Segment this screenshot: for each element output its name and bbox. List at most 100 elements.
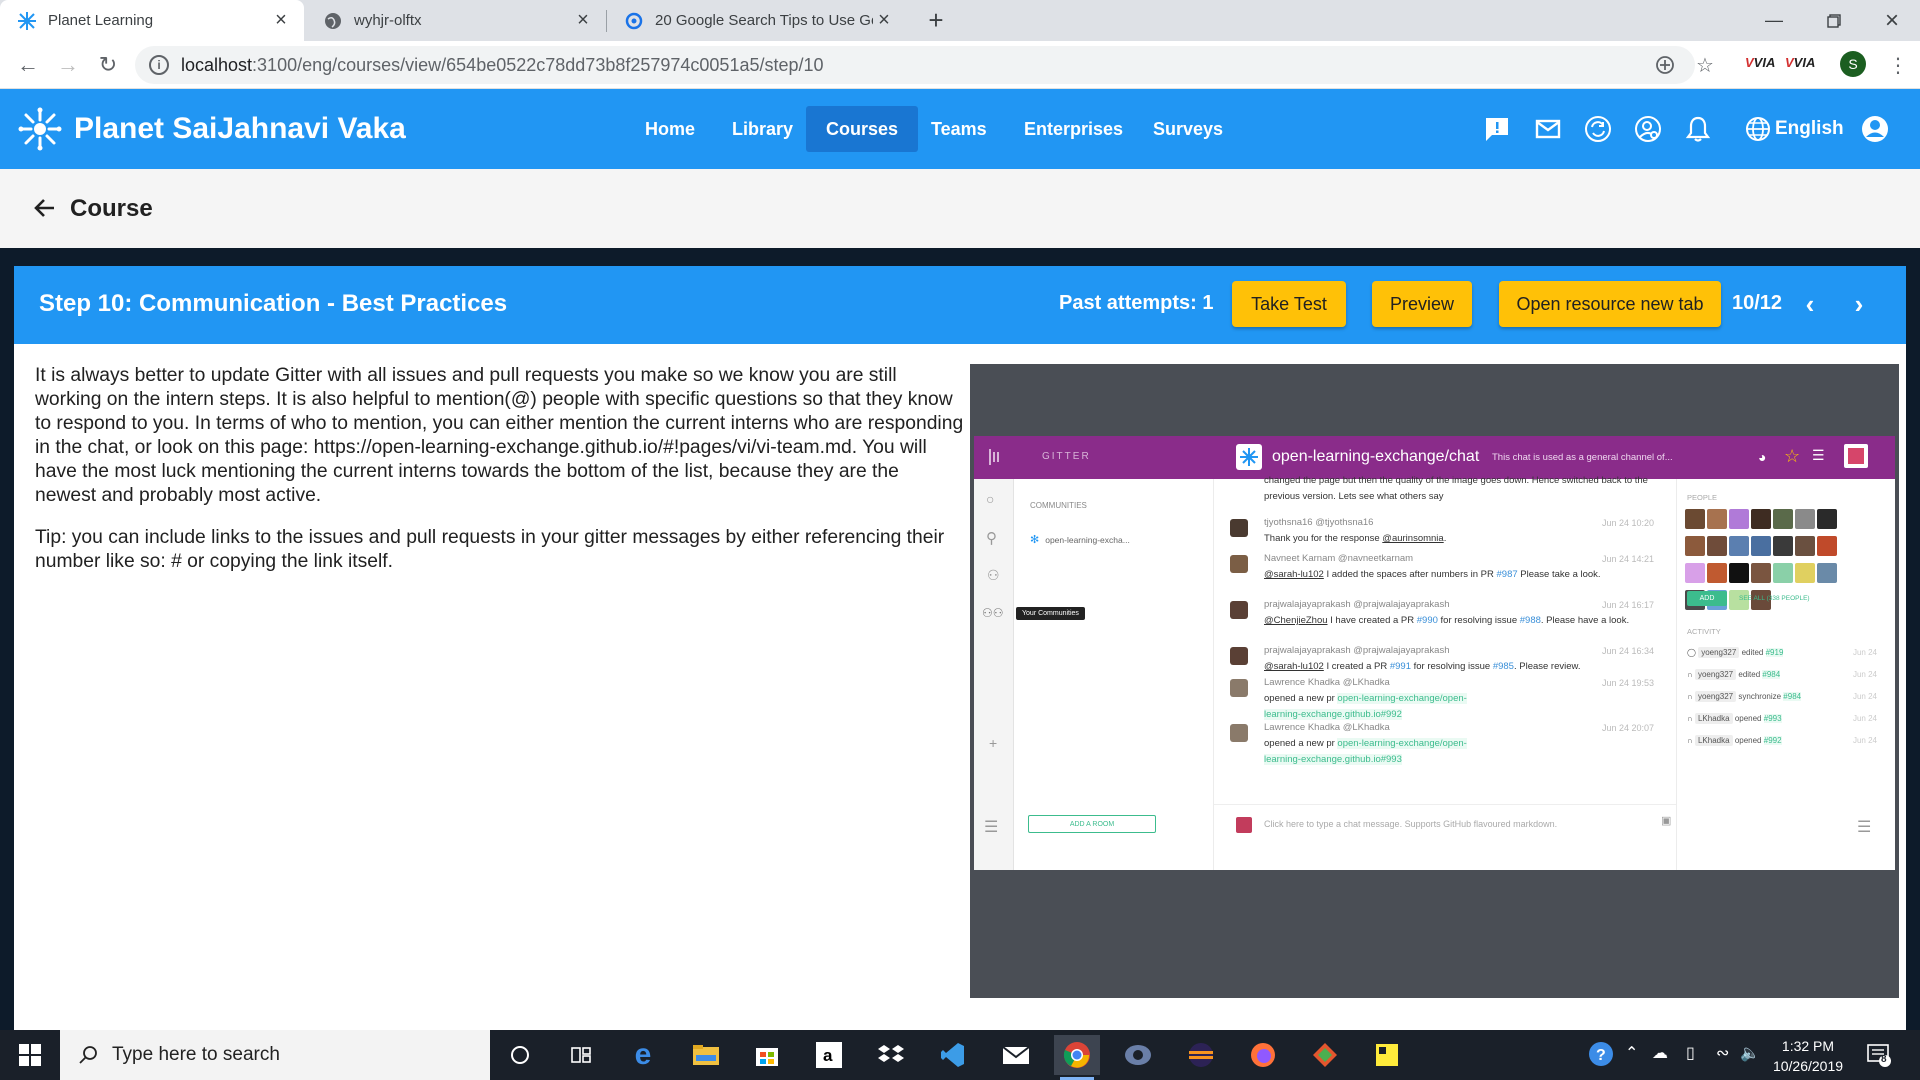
see-all-people-link[interactable]: SEE ALL (338 PEOPLE) <box>1739 595 1810 602</box>
store-icon[interactable] <box>744 1035 790 1075</box>
close-tab-icon[interactable]: × <box>873 9 895 32</box>
person-icon[interactable]: ⚇ <box>987 567 1000 584</box>
chevron-left-icon[interactable]: ‹ <box>1794 288 1826 320</box>
onedrive-cloud-icon[interactable]: ☁ <box>1652 1043 1668 1063</box>
battery-icon[interactable]: ▯ <box>1686 1043 1695 1063</box>
windows-taskbar: Type here to search e a ? ⌃ ☁ ▯ ∾ 🔈 1:32… <box>0 1030 1920 1080</box>
bookmark-star-icon[interactable]: ☆ <box>1690 50 1720 80</box>
forward-arrow-icon[interactable]: → <box>52 49 84 81</box>
url-host: localhost <box>181 54 253 75</box>
taskbar-search[interactable]: Type here to search <box>60 1030 490 1080</box>
chrome-menu-icon[interactable]: ⋮ <box>1888 53 1908 78</box>
chat-bubble-icon[interactable]: ▣ <box>1661 814 1671 827</box>
profile-avatar[interactable]: S <box>1840 51 1866 77</box>
firefox-icon[interactable] <box>1240 1035 1286 1075</box>
file-explorer-icon[interactable] <box>683 1035 729 1075</box>
back-arrow-icon[interactable]: ← <box>12 49 44 81</box>
language-selector[interactable]: English <box>1745 111 1844 147</box>
page-title: Course <box>70 195 153 222</box>
browser-tab-google-tips[interactable]: 20 Google Search Tips to Use Go × <box>607 0 907 41</box>
language-label: English <box>1775 118 1844 139</box>
page-subheader: Course <box>0 169 1920 248</box>
menu-icon[interactable]: ☰ <box>984 817 998 837</box>
search-icon <box>79 1046 97 1064</box>
nav-teams[interactable]: Teams <box>911 106 1007 152</box>
browser-tab-planet-learning[interactable]: Planet Learning × <box>0 0 304 41</box>
account-avatar-icon[interactable] <box>1857 111 1893 147</box>
divider <box>1214 804 1676 805</box>
git-kraken-icon[interactable] <box>1302 1035 1348 1075</box>
dropbox-icon[interactable] <box>868 1035 914 1075</box>
sync-icon[interactable] <box>1580 111 1616 147</box>
brand[interactable]: Planet SaiJahnavi Vaka <box>18 105 406 153</box>
help-icon[interactable]: ? <box>1587 1040 1615 1073</box>
community-item[interactable]: ✻ open-learning-excha... <box>1030 533 1130 546</box>
nav-enterprises[interactable]: Enterprises <box>1004 106 1143 152</box>
address-bar[interactable]: i localhost:3100/eng/courses/view/654be0… <box>135 46 1695 84</box>
maximize-button[interactable] <box>1806 0 1862 41</box>
chrome-icon[interactable] <box>1054 1035 1100 1080</box>
wifi-icon[interactable]: ∾ <box>1716 1043 1729 1063</box>
search-icon[interactable]: ⚲ <box>986 529 997 547</box>
url-path: :3100/eng/courses/view/654be0522c78dd73b… <box>252 54 824 75</box>
edge-icon[interactable]: e <box>620 1035 666 1075</box>
chat-message: Navneet Karnam @navneetkarnam @sarah-lu10… <box>1230 551 1654 583</box>
chat-bubble-icon[interactable]: ○ <box>986 491 994 507</box>
nav-home[interactable]: Home <box>625 106 715 152</box>
task-view-icon[interactable] <box>558 1035 604 1075</box>
windows-start-icon[interactable] <box>0 1030 60 1080</box>
close-tab-icon[interactable]: × <box>572 9 594 32</box>
nav-library[interactable]: Library <box>712 106 813 152</box>
add-room-button[interactable]: ADD A ROOM <box>1028 815 1156 833</box>
globe-icon[interactable]: ◕ <box>1758 449 1766 465</box>
add-icon[interactable]: + <box>989 735 997 751</box>
volume-icon[interactable]: 🔈 <box>1740 1043 1760 1063</box>
nav-courses[interactable]: Courses <box>806 106 919 152</box>
mail-icon[interactable] <box>993 1035 1039 1075</box>
minimize-button[interactable]: — <box>1746 0 1802 41</box>
amazon-icon[interactable]: a <box>806 1035 852 1075</box>
menu-icon[interactable]: ☰ <box>1857 817 1871 837</box>
cortana-icon[interactable] <box>497 1035 543 1075</box>
preview-button[interactable]: Preview <box>1372 281 1472 327</box>
nav-surveys[interactable]: Surveys <box>1133 106 1243 152</box>
take-test-button[interactable]: Take Test <box>1232 281 1346 327</box>
reload-icon[interactable]: ↻ <box>92 49 124 81</box>
new-tab-button[interactable]: + <box>922 5 950 35</box>
resource-image-frame: GITTER open-learning-exchange/chat This … <box>970 364 1899 998</box>
gitter-left-rail: ○ ⚲ ⚇ ⚇⚇ + ☰ <box>974 479 1014 870</box>
gitter-screenshot: GITTER open-learning-exchange/chat This … <box>974 436 1895 870</box>
room-avatar <box>1236 444 1262 470</box>
user-avatar[interactable] <box>1844 444 1868 468</box>
mail-icon[interactable] <box>1530 111 1566 147</box>
chevron-right-icon[interactable]: › <box>1843 288 1875 320</box>
user-settings-icon[interactable] <box>1630 111 1666 147</box>
browser-tab-wyhjr[interactable]: wyhjr-olftx × <box>306 0 606 41</box>
system-clock[interactable]: 1:32 PM 10/26/2019 <box>1758 1036 1858 1076</box>
my-avatar <box>1236 817 1252 833</box>
notifications-bell-icon[interactable] <box>1680 111 1716 147</box>
back-arrow-icon[interactable] <box>30 193 60 223</box>
eclipse-icon[interactable] <box>1178 1035 1224 1075</box>
chevron-up-icon[interactable]: ⌃ <box>1625 1043 1638 1063</box>
visual-studio-code-icon[interactable] <box>930 1035 976 1075</box>
communities-icon[interactable]: ⚇⚇ <box>982 606 1004 620</box>
via-extension-icon[interactable]: VVIA <box>1745 55 1775 70</box>
close-tab-icon[interactable]: × <box>270 9 292 32</box>
open-resource-new-tab-button[interactable]: Open resource new tab <box>1499 281 1721 327</box>
site-info-icon[interactable]: i <box>149 55 169 75</box>
close-window-button[interactable]: × <box>1864 0 1920 41</box>
action-center-icon[interactable]: 8 <box>1866 1042 1892 1068</box>
via-extension-icon-2[interactable]: VVIA <box>1785 55 1815 70</box>
feedback-icon[interactable] <box>1479 111 1515 147</box>
svg-text:a: a <box>823 1046 833 1065</box>
star-icon[interactable]: ☆ <box>1784 446 1800 467</box>
settings-sliders-icon[interactable]: ☰ <box>1812 447 1825 464</box>
avatar <box>1230 724 1248 742</box>
chat-input[interactable]: Click here to type a chat message. Suppo… <box>1264 819 1557 829</box>
add-people-button[interactable]: ADD <box>1687 591 1727 606</box>
add-shortcut-icon[interactable] <box>1650 50 1680 80</box>
remote-desktop-icon[interactable] <box>1115 1035 1161 1075</box>
globe-icon <box>324 12 342 30</box>
sticky-notes-icon[interactable] <box>1364 1035 1410 1075</box>
